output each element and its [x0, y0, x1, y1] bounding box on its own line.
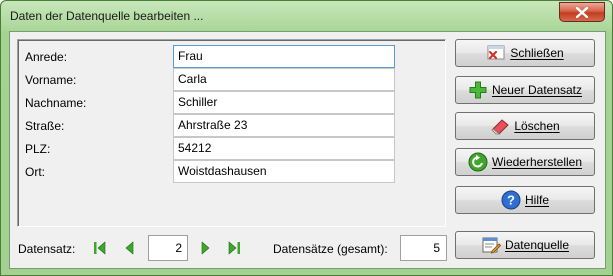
field-input-plz[interactable]: 54212 [173, 137, 395, 160]
previous-record-icon [125, 241, 134, 255]
help-button[interactable]: ? Hilfe [455, 186, 595, 214]
eraser-icon [490, 116, 510, 136]
restore-button-label: Wiederherstellen [491, 155, 583, 169]
field-row-nachname: Nachname: Schiller [18, 91, 445, 114]
restore-button[interactable]: Wiederherstellen [455, 148, 595, 176]
last-record-button[interactable] [226, 240, 242, 256]
svg-text:?: ? [507, 193, 515, 208]
record-fields-panel: Anrede: Frau Vorname: Carla Nachname: Sc… [17, 39, 446, 227]
next-record-icon [201, 241, 210, 255]
field-row-ort: Ort: Woistdashausen [18, 160, 445, 183]
new-record-button-label: Neuer Datensatz [491, 83, 583, 97]
close-icon [576, 6, 588, 18]
previous-record-button[interactable] [121, 240, 137, 256]
first-record-button[interactable] [92, 240, 108, 256]
data-source-button[interactable]: Datenquelle [455, 231, 595, 259]
field-label-strasse: Straße: [25, 119, 65, 133]
undo-icon [468, 152, 488, 172]
field-label-nachname: Nachname: [25, 96, 87, 110]
plus-icon [468, 80, 488, 100]
window-close-button[interactable] [559, 2, 605, 22]
window-title: Daten der Datenquelle bearbeiten ... [10, 9, 204, 23]
field-row-plz: PLZ: 54212 [18, 137, 445, 160]
field-row-strasse: Straße: Ahrstraße 23 [18, 114, 445, 137]
close-button-label: Schließen [510, 46, 564, 60]
total-records-field: 5 [400, 235, 447, 261]
delete-button[interactable]: Löschen [455, 112, 595, 140]
field-label-vorname: Vorname: [25, 73, 77, 87]
field-row-vorname: Vorname: Carla [18, 68, 445, 91]
field-input-strasse[interactable]: Ahrstraße 23 [173, 114, 395, 137]
field-label-ort: Ort: [25, 165, 45, 179]
close-button[interactable]: Schließen [455, 39, 595, 67]
field-input-anrede[interactable]: Frau [173, 45, 395, 68]
field-label-plz: PLZ: [25, 142, 51, 156]
title-bar[interactable]: Daten der Datenquelle bearbeiten ... [1, 1, 612, 31]
dialog-client-area: Anrede: Frau Vorname: Carla Nachname: Sc… [9, 31, 606, 269]
help-button-label: Hilfe [524, 193, 549, 207]
delete-button-label: Löschen [514, 119, 560, 133]
dialog-window: Daten der Datenquelle bearbeiten ... Anr… [0, 0, 613, 276]
next-record-button[interactable] [198, 240, 214, 256]
edit-data-icon [481, 235, 501, 255]
field-input-ort[interactable]: Woistdashausen [173, 160, 395, 183]
current-record-input[interactable]: 2 [148, 235, 188, 261]
last-record-icon [228, 241, 240, 255]
record-navigation: Datensatz: 2 Datensätze (gesamt): 5 [10, 232, 450, 264]
field-input-nachname[interactable]: Schiller [173, 91, 395, 114]
data-source-button-label: Datenquelle [504, 238, 570, 252]
help-icon: ? [501, 190, 521, 210]
field-input-vorname[interactable]: Carla [173, 68, 395, 91]
first-record-icon [94, 241, 106, 255]
new-record-button[interactable]: Neuer Datensatz [455, 76, 595, 104]
record-label: Datensatz: [18, 242, 76, 256]
field-row-anrede: Anrede: Frau [18, 45, 445, 68]
close-document-icon [486, 43, 506, 63]
field-label-anrede: Anrede: [25, 50, 68, 64]
total-records-label: Datensätze (gesamt): [273, 242, 388, 256]
